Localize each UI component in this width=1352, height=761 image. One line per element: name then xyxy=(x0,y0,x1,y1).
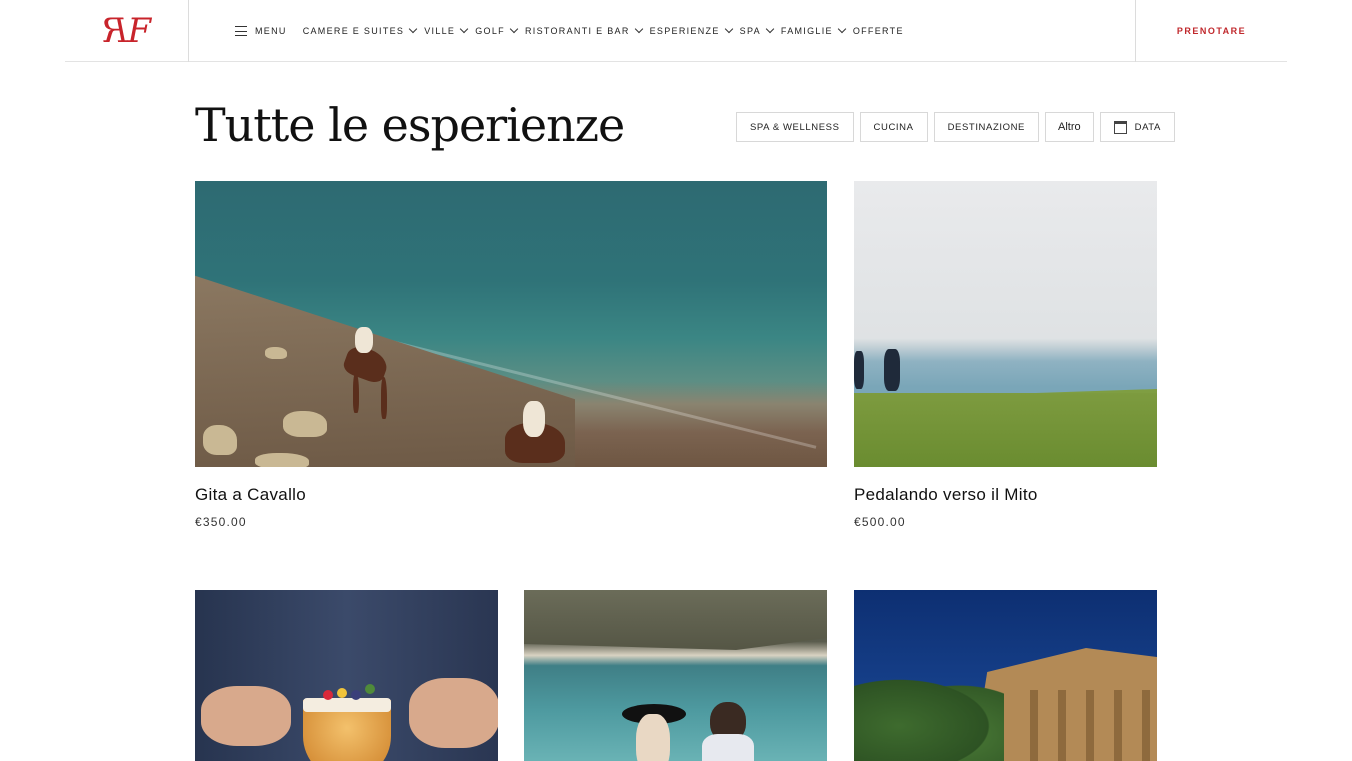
chevron-down-icon xyxy=(634,24,643,34)
site-header: RF MENU CAMERE E SUITES VILLE GOLF RISTO… xyxy=(65,0,1287,62)
experience-image-horse-riding xyxy=(195,181,827,467)
experience-image-cocktail xyxy=(195,590,498,761)
book-button[interactable]: PRENOTARE xyxy=(1177,26,1246,36)
nav-item-famiglie[interactable]: FAMIGLIE xyxy=(780,24,847,36)
nav-label: FAMIGLIE xyxy=(780,26,833,36)
chevron-down-icon xyxy=(765,24,775,34)
nav-item-camere-e-suites[interactable]: CAMERE E SUITES xyxy=(302,24,418,36)
experience-card[interactable]: Gita a Cavallo €350.00 xyxy=(195,181,827,529)
filter-data-label: DATA xyxy=(1134,121,1161,133)
nav-item-offerte[interactable]: OFFERTE xyxy=(853,26,904,36)
experience-image-cycling xyxy=(854,181,1157,467)
book-area: PRENOTARE xyxy=(1135,0,1287,62)
filter-bar: SPA & WELLNESS CUCINA DESTINAZIONE Altro… xyxy=(736,112,1175,142)
nav-label: ESPERIENZE xyxy=(649,26,720,36)
nav-label: CAMERE E SUITES xyxy=(302,26,405,36)
experience-card[interactable] xyxy=(854,590,1157,761)
card-title[interactable]: Gita a Cavallo xyxy=(195,485,827,505)
experience-card[interactable] xyxy=(524,590,827,761)
nav-label: GOLF xyxy=(475,26,505,36)
main-navigation: MENU CAMERE E SUITES VILLE GOLF RISTORAN… xyxy=(235,0,912,62)
logo-link[interactable]: RF xyxy=(65,0,189,62)
filter-altro[interactable]: Altro xyxy=(1044,112,1094,142)
filter-destinazione[interactable]: DESTINAZIONE xyxy=(933,112,1039,142)
nav-item-ville[interactable]: VILLE xyxy=(424,24,469,36)
experience-card[interactable] xyxy=(195,590,498,761)
filter-data[interactable]: DATA xyxy=(1099,112,1175,142)
chevron-down-icon xyxy=(408,24,418,34)
chevron-down-icon xyxy=(460,24,469,34)
experience-image-beach-couple xyxy=(524,590,827,761)
chevron-down-icon xyxy=(724,24,733,34)
nav-label: SPA xyxy=(739,26,761,36)
page-title: Tutte le esperienze xyxy=(195,98,625,152)
calendar-icon xyxy=(1113,120,1127,134)
nav-item-esperienze[interactable]: ESPERIENZE xyxy=(649,24,733,36)
experience-image-greek-temple xyxy=(854,590,1157,761)
nav-item-golf[interactable]: GOLF xyxy=(475,24,519,36)
chevron-down-icon xyxy=(837,24,847,34)
nav-item-ristoranti-e-bar[interactable]: RISTORANTI E BAR xyxy=(524,24,643,36)
nav-label: RISTORANTI E BAR xyxy=(524,26,630,36)
nav-label: OFFERTE xyxy=(852,26,904,36)
experience-card[interactable]: Pedalando verso il Mito €500.00 xyxy=(854,181,1157,529)
nav-item-spa[interactable]: SPA xyxy=(739,24,775,36)
menu-label: MENU xyxy=(255,26,287,36)
nav-label: VILLE xyxy=(424,26,456,36)
filter-spa-wellness[interactable]: SPA & WELLNESS xyxy=(736,112,854,142)
chevron-down-icon xyxy=(509,24,519,34)
card-title[interactable]: Pedalando verso il Mito xyxy=(854,485,1157,505)
menu-button[interactable]: MENU xyxy=(235,26,287,37)
filter-cucina[interactable]: CUCINA xyxy=(859,112,928,142)
card-price: €500.00 xyxy=(854,515,906,529)
brand-logo: RF xyxy=(107,11,151,51)
card-price: €350.00 xyxy=(195,515,247,529)
hamburger-icon xyxy=(235,26,247,37)
